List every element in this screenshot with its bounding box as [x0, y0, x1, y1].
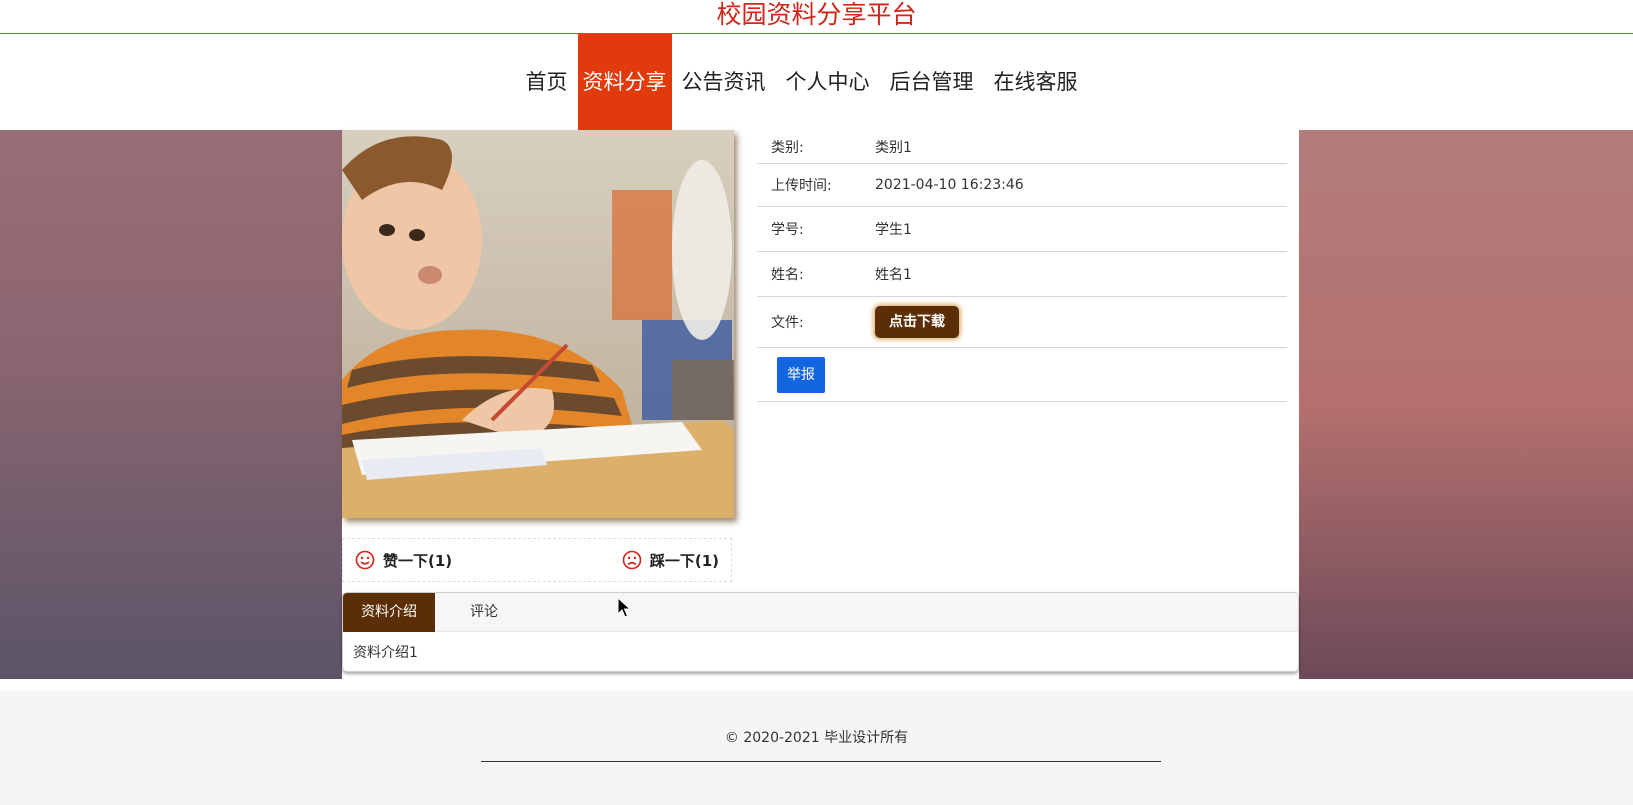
category-value: 类别1	[875, 139, 912, 156]
site-title: 校园资料分享平台	[0, 0, 1633, 34]
info-row-report: 举报	[757, 348, 1287, 402]
tab-content: 资料介绍1	[353, 645, 418, 661]
photo-illustration	[342, 130, 734, 518]
vote-box: 赞一下(1) 踩一下(1)	[342, 538, 732, 582]
info-table: 类别: 类别1 上传时间: 2021-04-10 16:23:46 学号: 学生…	[757, 130, 1287, 402]
category-label: 类别:	[771, 139, 804, 156]
student-id-label: 学号:	[771, 222, 804, 238]
nav-item-home[interactable]: 首页	[516, 34, 578, 130]
nav-item-announcements[interactable]: 公告资讯	[672, 34, 776, 130]
upload-time-label: 上传时间:	[771, 178, 832, 194]
file-label: 文件:	[771, 315, 804, 331]
footer: © 2020-2021 毕业设计所有	[0, 691, 1633, 805]
dislike-label: 踩一下(1)	[649, 551, 719, 570]
report-button[interactable]: 举报	[777, 356, 825, 393]
info-row-category: 类别: 类别1	[757, 130, 1287, 164]
frown-icon	[622, 550, 642, 570]
tab-material-intro[interactable]: 资料介绍	[343, 593, 435, 632]
like-button[interactable]: 赞一下(1)	[355, 550, 452, 571]
nav-item-online-service[interactable]: 在线客服	[984, 34, 1088, 130]
info-row-upload-time: 上传时间: 2021-04-10 16:23:46	[757, 164, 1287, 207]
material-photo	[342, 130, 734, 518]
name-value: 姓名1	[875, 267, 912, 283]
footer-copyright: © 2020-2021 毕业设计所有	[724, 730, 909, 746]
dislike-button[interactable]: 踩一下(1)	[622, 550, 719, 571]
tabs-box: 资料介绍 评论 资料介绍1	[342, 592, 1299, 672]
main-nav: 首页 资料分享 公告资讯 个人中心 后台管理 在线客服	[0, 34, 1633, 130]
info-row-name: 姓名: 姓名1	[757, 252, 1287, 297]
mouse-cursor-icon	[617, 597, 631, 618]
upload-time-value: 2021-04-10 16:23:46	[875, 177, 1024, 193]
tabs-head: 资料介绍 评论	[343, 593, 1298, 632]
tab-comments[interactable]: 评论	[452, 593, 516, 632]
nav-item-admin[interactable]: 后台管理	[880, 34, 984, 130]
nav-item-material-share[interactable]: 资料分享	[577, 34, 672, 130]
smile-icon	[355, 550, 375, 570]
name-label: 姓名:	[771, 267, 804, 283]
download-button[interactable]: 点击下载	[875, 306, 959, 338]
detail-panel: 赞一下(1) 踩一下(1) 类别: 类别1 上传时间: 2021-04-10 1…	[342, 130, 1299, 679]
footer-divider	[481, 761, 1161, 762]
like-label: 赞一下(1)	[383, 551, 453, 570]
info-row-student-id: 学号: 学生1	[757, 207, 1287, 252]
info-row-file: 文件: 点击下载	[757, 297, 1287, 348]
student-id-value: 学生1	[875, 222, 912, 238]
nav-item-personal-center[interactable]: 个人中心	[776, 34, 880, 130]
